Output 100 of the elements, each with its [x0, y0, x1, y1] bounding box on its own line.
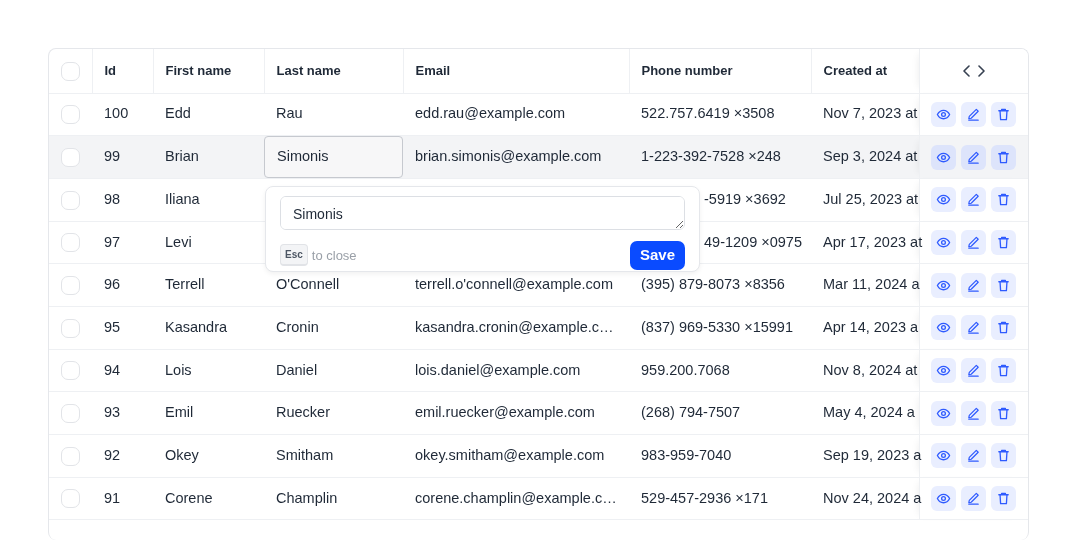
- created-at-cell-text: Mar 11, 2024 a: [823, 275, 920, 295]
- checkbox[interactable]: [61, 275, 80, 295]
- trash-icon: [995, 234, 1011, 250]
- delete-button[interactable]: [990, 315, 1016, 341]
- email-cell-text: edd.rau@example.com: [415, 104, 566, 124]
- created-at-cell-text: May 4, 2024 a: [823, 403, 915, 423]
- last-name-cell-text: Smitham: [276, 446, 334, 466]
- email-cell-text: okey.smitham@example.com: [415, 446, 605, 466]
- pencil-icon: [965, 363, 981, 379]
- view-button[interactable]: [930, 101, 956, 127]
- edit-button[interactable]: [960, 358, 986, 384]
- created-at-cell-text: Jul 25, 2023 at: [823, 189, 919, 209]
- pencil-icon: [965, 106, 981, 122]
- chevron-left-icon: [961, 64, 971, 77]
- email-cell-text: lois.daniel@example.com: [415, 360, 581, 380]
- edit-button[interactable]: [960, 400, 986, 426]
- view-button[interactable]: [930, 272, 956, 298]
- pencil-icon: [965, 234, 981, 250]
- delete-button[interactable]: [990, 144, 1016, 170]
- view-button[interactable]: [930, 443, 956, 469]
- edit-button[interactable]: [960, 229, 986, 255]
- checkbox[interactable]: [61, 489, 80, 509]
- edit-button[interactable]: [960, 315, 986, 341]
- edit-button[interactable]: [960, 486, 986, 512]
- checkbox[interactable]: [61, 318, 80, 338]
- first-name-cell-text: Lois: [165, 360, 192, 380]
- view-button[interactable]: [930, 229, 956, 255]
- id-cell-text: 93: [104, 403, 121, 423]
- checkbox[interactable]: [61, 404, 80, 423]
- id-cell-text: 96: [104, 275, 121, 295]
- created-at-cell-text: Apr 14, 2023 a: [823, 317, 919, 337]
- last-name-cell-text: Cronin: [276, 317, 319, 337]
- save-button[interactable]: Save: [629, 241, 685, 270]
- key-hint: Esc: [280, 244, 308, 267]
- edit-button[interactable]: [960, 187, 986, 213]
- checkbox[interactable]: [61, 61, 80, 81]
- view-button[interactable]: [930, 315, 956, 341]
- trash-icon: [995, 491, 1011, 507]
- chevron-right-icon: [976, 64, 986, 77]
- last-name-cell-text: Champlin: [276, 488, 338, 508]
- delete-button[interactable]: [990, 101, 1016, 127]
- last-name-cell-text: Rau: [276, 104, 303, 124]
- edit-button[interactable]: [960, 443, 986, 469]
- view-button[interactable]: [930, 486, 956, 512]
- id-cell-text: 97: [104, 232, 121, 252]
- checkbox[interactable]: [61, 105, 80, 125]
- delete-button[interactable]: [990, 187, 1016, 213]
- view-button[interactable]: [930, 187, 956, 213]
- next-button[interactable]: [976, 64, 986, 77]
- delete-button[interactable]: [990, 486, 1016, 512]
- email-cell-text: terrell.o'connell@example.com: [415, 275, 613, 295]
- trash-icon: [995, 277, 1011, 293]
- column-header: Created at: [823, 62, 888, 80]
- checkbox[interactable]: [61, 446, 80, 466]
- delete-button[interactable]: [990, 443, 1016, 469]
- view-button[interactable]: [930, 358, 956, 384]
- delete-button[interactable]: [990, 229, 1016, 255]
- trash-icon: [995, 320, 1011, 336]
- previous-button[interactable]: [961, 64, 971, 77]
- created-at-cell-text: Nov 7, 2023 at: [823, 104, 918, 124]
- checkbox[interactable]: [61, 147, 80, 167]
- created-at-cell-text: Sep 19, 2023 a: [823, 446, 922, 466]
- id-cell-text: 95: [104, 317, 121, 337]
- pencil-icon: [965, 491, 981, 507]
- highlighted-row[interactable]: 99 Brian Simonis brian.simonis@example.com 1-223-392-7528 ×248 Sep 3, 2024 at: [49, 135, 1028, 179]
- first-name-cell-text: Corene: [165, 488, 213, 508]
- first-name-cell-text: Edd: [165, 104, 191, 124]
- edit-button[interactable]: [960, 144, 986, 170]
- column-header: Id: [104, 62, 117, 80]
- last-name-cell-text: Daniel: [276, 360, 318, 380]
- delete-button[interactable]: [990, 272, 1016, 298]
- first-name-cell-text: Brian: [165, 147, 199, 167]
- edit-button[interactable]: [960, 272, 986, 298]
- phone-cell-text: (395) 879-8073 ×8356: [641, 275, 785, 295]
- editing-cell[interactable]: Simonis: [264, 136, 403, 178]
- column-header: Email: [415, 62, 451, 80]
- pencil-icon: [965, 277, 981, 293]
- trash-icon: [995, 448, 1011, 464]
- checkbox[interactable]: [61, 190, 80, 210]
- phone-cell-text: (837) 969-5330 ×15991: [641, 317, 793, 337]
- delete-button[interactable]: [990, 358, 1016, 384]
- pencil-icon: [965, 320, 981, 336]
- edit-button[interactable]: [960, 101, 986, 127]
- trash-icon: [995, 106, 1011, 122]
- phone-cell-text: 959.200.7068: [641, 360, 730, 380]
- first-name-cell-text: Levi: [165, 232, 192, 252]
- phone-cell-text: -5919 ×3692: [704, 189, 786, 209]
- column-header: Last name: [276, 62, 341, 80]
- text-input[interactable]: Simonis: [280, 196, 685, 230]
- email-cell-text: emil.ruecker@example.com: [415, 403, 595, 423]
- view-button[interactable]: [930, 144, 956, 170]
- id-cell-text: 99: [104, 147, 121, 167]
- trash-icon: [995, 363, 1011, 379]
- checkbox[interactable]: [61, 361, 80, 381]
- checkbox[interactable]: [61, 233, 80, 253]
- phone-cell-text: (268) 794-7507: [641, 403, 741, 423]
- pencil-icon: [965, 448, 981, 464]
- delete-button[interactable]: [990, 400, 1016, 426]
- id-cell-text: 100: [104, 104, 129, 124]
- view-button[interactable]: [930, 400, 956, 426]
